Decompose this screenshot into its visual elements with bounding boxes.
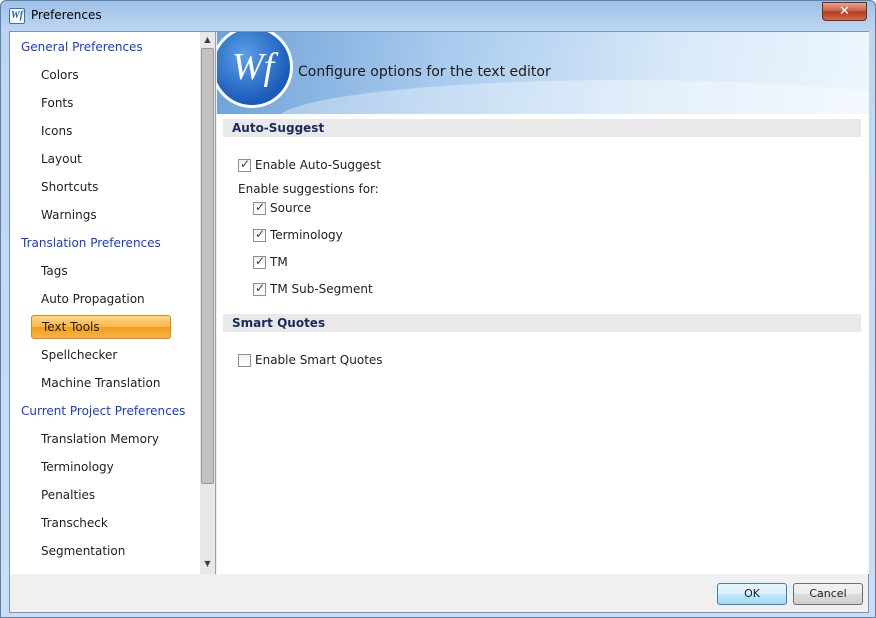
checkbox-box[interactable]	[238, 353, 251, 367]
sidebar-item-machine-translation[interactable]: Machine Translation	[41, 371, 160, 395]
sidebar-item-label: Tags	[41, 264, 68, 278]
suggest-tm-checkbox[interactable]: TM	[253, 254, 288, 270]
checkbox-box[interactable]	[253, 254, 266, 269]
checkbox-label: Source	[270, 201, 312, 215]
sidebar-item-label: Translation Preferences	[21, 236, 161, 250]
sidebar-item-current-project-preferences[interactable]: Current Project Preferences	[21, 399, 185, 423]
sidebar-scrollbar[interactable]: ▲ ▼	[200, 32, 215, 574]
suggestions-for-label: Enable suggestions for:	[238, 182, 379, 196]
checkbox-label: TM Sub-Segment	[270, 282, 373, 296]
cancel-button[interactable]: Cancel	[793, 583, 863, 605]
dialog-footer: OK Cancel	[10, 574, 868, 612]
sidebar-item-shortcuts[interactable]: Shortcuts	[41, 175, 98, 199]
checkbox-box[interactable]	[253, 281, 266, 296]
checkbox-label: Enable Smart Quotes	[255, 353, 383, 367]
sidebar-item-segmentation[interactable]: Segmentation	[41, 539, 125, 563]
scrollbar-thumb[interactable]	[201, 48, 214, 484]
smart-quotes-header: Smart Quotes	[223, 314, 861, 332]
preferences-sidebar: General Preferences Colors Fonts Icons L…	[10, 32, 216, 574]
sidebar-item-label: Segmentation	[41, 544, 126, 558]
panel-banner: Wf Configure options for the text editor	[217, 32, 869, 114]
sidebar-item-spellchecker[interactable]: Spellchecker	[41, 343, 117, 367]
sidebar-item-label: Transcheck	[41, 516, 108, 530]
checkbox-label: Enable Auto-Suggest	[255, 158, 381, 172]
checkbox-label: TM	[270, 255, 288, 269]
sidebar-item-terminology[interactable]: Terminology	[41, 455, 114, 479]
sidebar-item-label: Icons	[41, 124, 73, 138]
sidebar-item-label: Penalties	[41, 488, 96, 502]
checkbox-box[interactable]	[253, 200, 266, 215]
sidebar-item-layout[interactable]: Layout	[41, 147, 82, 171]
checkbox-box[interactable]	[238, 157, 251, 172]
auto-suggest-header: Auto-Suggest	[223, 119, 861, 137]
close-icon: ✕	[839, 4, 850, 19]
enable-auto-suggest-checkbox[interactable]: Enable Auto-Suggest	[238, 157, 381, 173]
sidebar-item-text-tools[interactable]: Text Tools	[31, 315, 171, 339]
app-icon: Wf	[9, 8, 25, 24]
sidebar-item-label: Translation Memory	[41, 432, 160, 446]
scroll-down-arrow-icon[interactable]: ▼	[200, 556, 215, 571]
sidebar-item-label: Warnings	[41, 208, 97, 222]
sidebar-item-warnings[interactable]: Warnings	[41, 203, 97, 227]
suggest-tm-sub-segment-checkbox[interactable]: TM Sub-Segment	[253, 281, 373, 297]
sidebar-item-general-preferences[interactable]: General Preferences	[21, 35, 143, 59]
title-bar[interactable]: Wf Preferences ✕	[1, 1, 875, 31]
suggest-source-checkbox[interactable]: Source	[253, 200, 311, 216]
window-title: Preferences	[31, 8, 102, 22]
sidebar-item-label: Shortcuts	[41, 180, 99, 194]
sidebar-item-translation-preferences[interactable]: Translation Preferences	[21, 231, 161, 255]
sidebar-item-fonts[interactable]: Fonts	[41, 91, 73, 115]
sidebar-item-penalties[interactable]: Penalties	[41, 483, 95, 507]
sidebar-item-icons[interactable]: Icons	[41, 119, 72, 143]
suggest-terminology-checkbox[interactable]: Terminology	[253, 227, 343, 243]
ok-button[interactable]: OK	[717, 583, 787, 605]
sidebar-item-label: Colors	[41, 68, 79, 82]
sidebar-item-label: Auto Propagation	[41, 292, 145, 306]
sidebar-item-translation-memory[interactable]: Translation Memory	[41, 427, 159, 451]
sidebar-item-transcheck[interactable]: Transcheck	[41, 511, 108, 535]
panel-description: Configure options for the text editor	[298, 64, 551, 80]
enable-smart-quotes-checkbox[interactable]: Enable Smart Quotes	[238, 352, 383, 368]
close-button[interactable]: ✕	[822, 2, 867, 21]
sidebar-item-label: Spellchecker	[41, 348, 118, 362]
sidebar-item-label: Terminology	[41, 460, 114, 474]
sidebar-item-label: Current Project Preferences	[21, 404, 186, 418]
sidebar-item-auto-propagation[interactable]: Auto Propagation	[41, 287, 145, 311]
dialog-client-area: General Preferences Colors Fonts Icons L…	[9, 31, 869, 613]
checkbox-box[interactable]	[253, 227, 266, 242]
scroll-up-arrow-icon[interactable]: ▲	[200, 32, 215, 47]
sidebar-item-label: Layout	[41, 152, 82, 166]
preferences-window: Wf Preferences ✕ General Preferences Col…	[0, 0, 876, 618]
checkbox-label: Terminology	[270, 228, 343, 242]
sidebar-item-label: General Preferences	[21, 40, 143, 54]
logo-text: Wf	[231, 46, 275, 88]
sidebar-list: General Preferences Colors Fonts Icons L…	[10, 32, 200, 574]
text-tools-panel: Wf Configure options for the text editor…	[217, 32, 869, 574]
sidebar-item-label: Fonts	[41, 96, 74, 110]
sidebar-item-tags[interactable]: Tags	[41, 259, 68, 283]
sidebar-item-label: Text Tools	[42, 320, 100, 334]
sidebar-item-colors[interactable]: Colors	[41, 63, 79, 87]
sidebar-item-label: Machine Translation	[41, 376, 161, 390]
wf-logo: Wf	[217, 32, 293, 108]
